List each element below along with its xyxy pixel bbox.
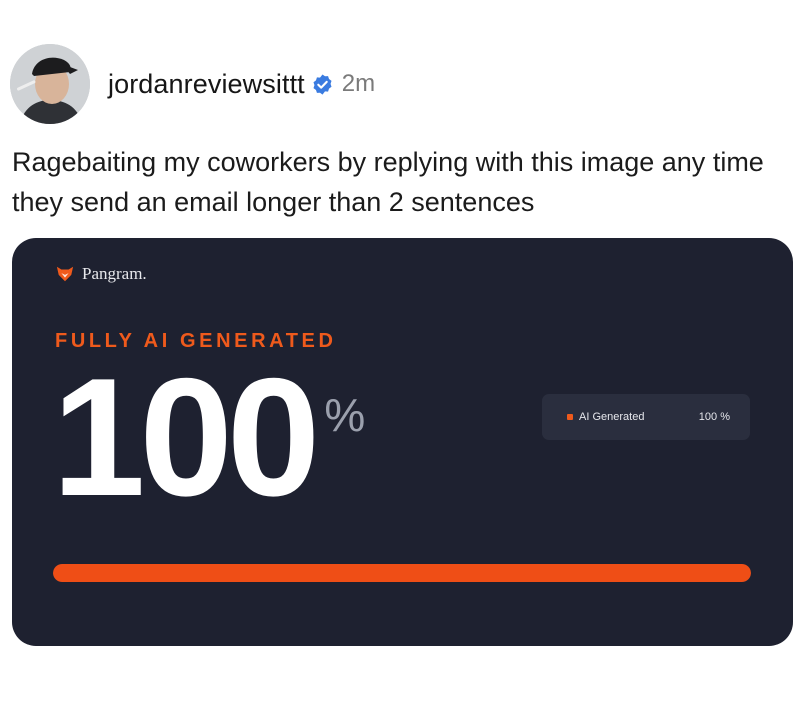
post-time: 2m [341,70,376,97]
legend-box: AI Generated 100 % [542,394,750,440]
post-header: jordanreviewsittt 2m [10,42,375,126]
verified-badge-icon [311,73,334,96]
brand: Pangram. [56,264,147,284]
score-number: 100 [52,343,320,531]
avatar[interactable] [10,44,90,124]
legend-value: 100 % [698,411,730,423]
post-text: Ragebaiting my coworkers by replying wit… [12,147,764,217]
fox-icon [56,266,74,282]
avatar-image [10,44,90,124]
username[interactable]: jordanreviewsittt [108,69,305,100]
progress-bar-fill [53,564,751,582]
pangram-result-card: Pangram. FULLY AI GENERATED 100 % AI Gen… [12,238,793,646]
legend-label: AI Generated [579,411,645,423]
brand-name: Pangram. [82,264,147,283]
score-unit: % [324,389,366,441]
progress-bar [53,564,751,582]
legend-color-swatch [567,414,573,420]
score: 100 % [52,343,366,531]
